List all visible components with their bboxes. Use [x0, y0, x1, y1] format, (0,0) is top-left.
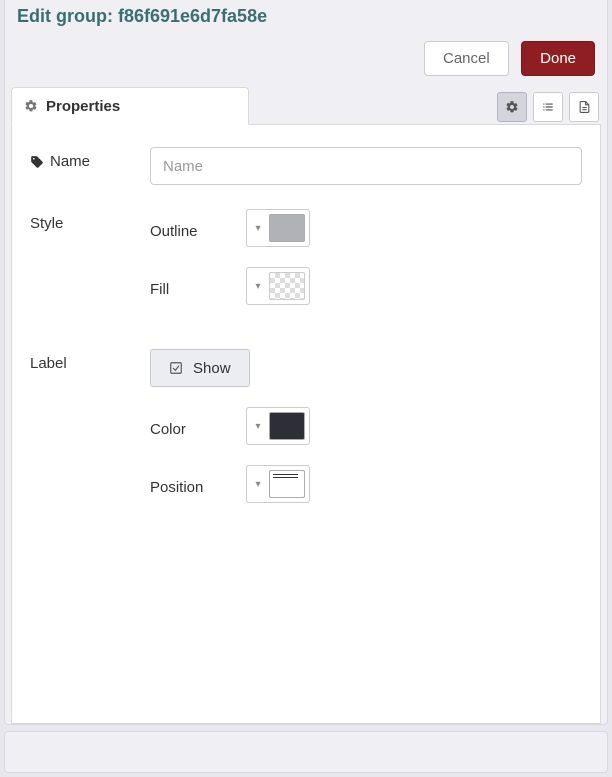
list-icon [541, 100, 555, 114]
gear-icon [505, 100, 519, 114]
document-icon [578, 100, 591, 114]
tab-tools [497, 92, 599, 122]
form-card: Name Style Outline ▾ Fill ▾ [11, 124, 601, 724]
name-label-text: Name [50, 153, 90, 170]
name-label: Name [30, 147, 150, 170]
tab-bar: Properties [11, 86, 601, 124]
header-row: Edit group: f86f691e6d7fa58e [5, 0, 607, 41]
page-title: Edit group: f86f691e6d7fa58e [17, 6, 267, 26]
position-label: Position [150, 473, 246, 496]
show-label-toggle[interactable]: Show [150, 349, 250, 387]
fill-color-swatch [269, 272, 305, 300]
footer-strip [4, 731, 608, 773]
labelgroup-label: Label [30, 349, 150, 372]
row-label: Label Show Color ▾ [30, 349, 582, 523]
caret-down-icon: ▾ [247, 408, 269, 444]
label-position-picker[interactable]: ▾ [246, 465, 310, 503]
view-settings-button[interactable] [497, 92, 527, 122]
label-position-swatch [269, 470, 305, 498]
row-name: Name [30, 147, 582, 185]
action-row: Cancel Done [5, 41, 607, 86]
label-color-picker[interactable]: ▾ [246, 407, 310, 445]
done-button[interactable]: Done [521, 41, 595, 76]
row-style: Style Outline ▾ Fill ▾ [30, 209, 582, 325]
caret-down-icon: ▾ [247, 466, 269, 502]
outline-label: Outline [150, 217, 246, 240]
gear-icon [24, 99, 38, 113]
label-color-swatch [269, 412, 305, 440]
style-label: Style [30, 209, 150, 232]
caret-down-icon: ▾ [247, 268, 269, 304]
tab-properties[interactable]: Properties [11, 87, 249, 125]
fill-color-picker[interactable]: ▾ [246, 267, 310, 305]
show-label-text: Show [193, 360, 231, 377]
check-icon [169, 361, 183, 375]
outline-color-picker[interactable]: ▾ [246, 209, 310, 247]
edit-group-panel: Edit group: f86f691e6d7fa58e Cancel Done… [4, 0, 608, 725]
outline-color-swatch [269, 214, 305, 242]
fill-label: Fill [150, 275, 246, 298]
labelcolor-label: Color [150, 415, 246, 438]
name-input[interactable] [150, 147, 582, 185]
tab-properties-label: Properties [46, 98, 120, 115]
cancel-button[interactable]: Cancel [424, 41, 509, 76]
view-document-button[interactable] [569, 92, 599, 122]
caret-down-icon: ▾ [247, 210, 269, 246]
tag-icon [30, 155, 44, 169]
view-list-button[interactable] [533, 92, 563, 122]
